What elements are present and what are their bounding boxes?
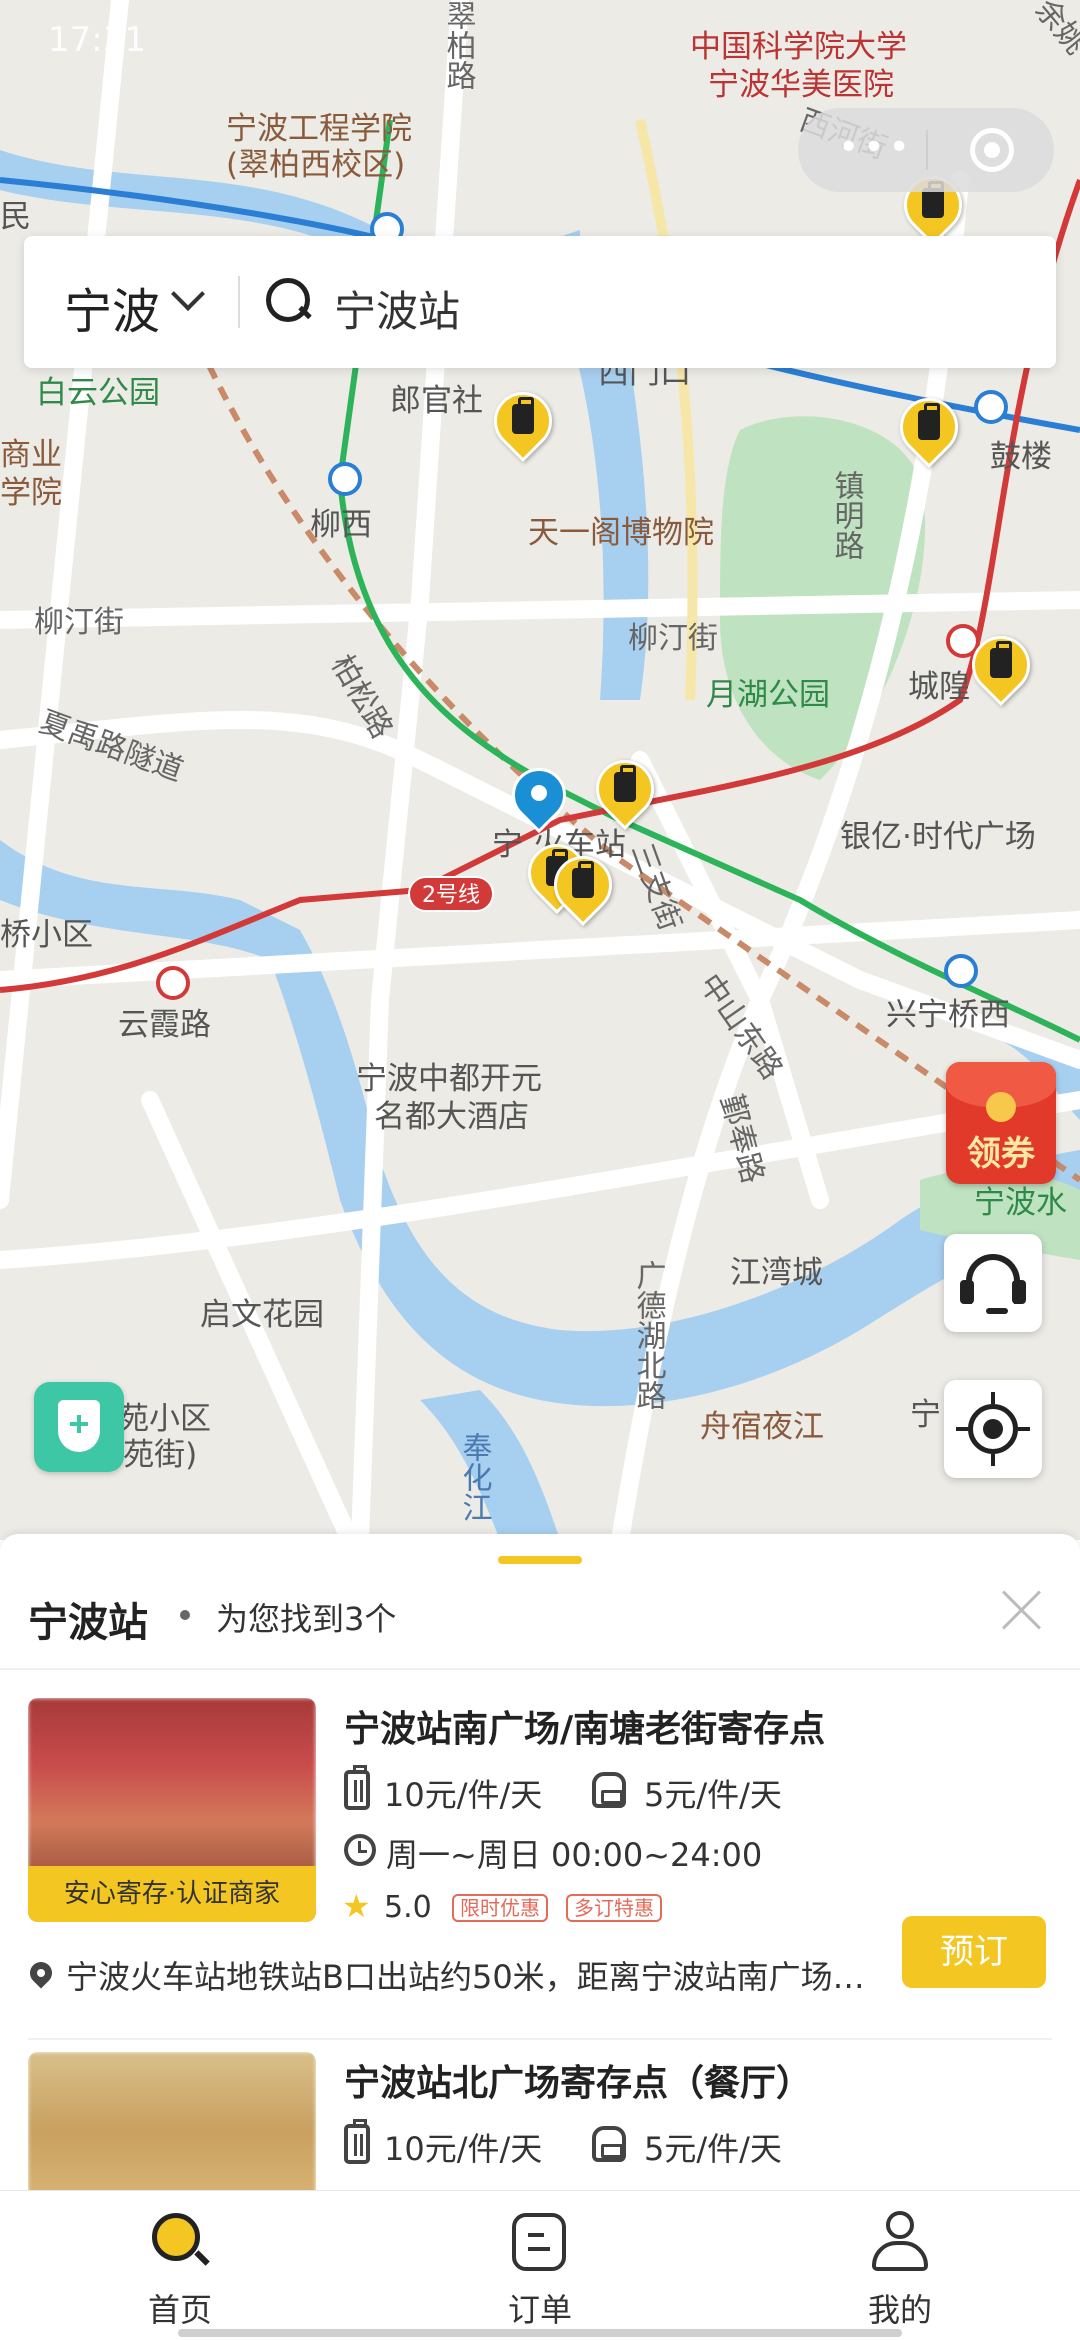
storage-pin[interactable]	[887, 385, 971, 474]
close-mini-program-icon[interactable]	[970, 128, 1014, 172]
user-icon	[872, 2211, 928, 2271]
map-label: 商业	[0, 437, 62, 473]
coupon-label: 领券	[967, 1134, 1035, 1174]
status-time: 17:31	[48, 20, 146, 60]
storage-pin[interactable]	[959, 623, 1043, 712]
clock-icon	[344, 1834, 376, 1866]
map-label: 月湖公园	[706, 677, 830, 713]
certified-tag: 安心寄存·认证商家	[28, 1866, 316, 1922]
card-title: 宁波站北广场寄存点（餐厅）	[344, 2063, 813, 2104]
panel-title: 宁波站	[28, 1600, 148, 1646]
search-icon	[264, 276, 314, 326]
storefront-image	[28, 2052, 316, 2194]
map-view[interactable]: 2号线 宁波工程学院 (翠柏西校区) 中国科学院大学 宁波华美医院 西河街 白云…	[0, 0, 1080, 1540]
close-icon[interactable]	[996, 1584, 1048, 1636]
map-label: 桥小区	[0, 917, 93, 953]
status-bar: 17:31	[0, 0, 1080, 90]
bag-icon	[592, 1772, 626, 1808]
star-icon: ★	[342, 1887, 371, 1925]
map-label: 奉化江	[456, 1432, 492, 1522]
book-button[interactable]: 预订	[902, 1916, 1046, 1988]
suitcase-icon	[344, 2119, 370, 2164]
search-bar[interactable]: 宁波 宁波站	[24, 236, 1056, 368]
promo-badge: 多订特惠	[566, 1894, 662, 1922]
price-bag: 5元/件/天	[644, 1776, 782, 1814]
locate-button[interactable]	[944, 1380, 1042, 1478]
metro-station-icon	[328, 462, 362, 496]
chevron-down-icon[interactable]	[171, 277, 205, 311]
map-label: 天一阁博物院	[528, 515, 714, 551]
map-label: 柳汀街	[628, 621, 718, 656]
current-location-pin	[500, 756, 578, 838]
map-label: 宁波中都开元	[356, 1061, 542, 1097]
map-label: 名都大酒店	[374, 1099, 529, 1135]
map-label: 广德湖北路	[630, 1260, 666, 1410]
map-label: 云霞路	[118, 1007, 211, 1043]
result-count: 为您找到3个	[216, 1600, 397, 1638]
map-label: 城隍	[908, 669, 970, 705]
map-label: 白云公园	[36, 375, 160, 411]
bag-icon	[592, 2126, 626, 2162]
storage-pin[interactable]	[481, 379, 565, 468]
rating: 5.0	[384, 1890, 432, 1925]
map-label: 鼓楼	[990, 439, 1052, 475]
home-indicator	[178, 2329, 902, 2337]
map-label: 兴宁桥西	[886, 997, 1010, 1033]
storage-pin[interactable]	[583, 747, 667, 836]
address: 宁波火车站地铁站B口出站约50米，距离宁波站南广场…	[66, 1958, 865, 1996]
price-bag: 5元/件/天	[644, 2130, 782, 2168]
tab-home[interactable]: 首页	[80, 2211, 280, 2331]
map-label: 苑小区	[118, 1401, 211, 1437]
customer-service-button[interactable]	[944, 1234, 1042, 1332]
insurance-button[interactable]	[34, 1382, 124, 1472]
coupon-button[interactable]: 领券	[946, 1062, 1056, 1184]
drag-handle[interactable]	[498, 1556, 582, 1564]
location-icon	[25, 1957, 57, 1989]
tab-label: 首页	[147, 2291, 212, 2329]
card-title: 宁波站南广场/南塘老街寄存点	[344, 1709, 826, 1750]
opening-hours: 周一~周日 00:00~24:00	[386, 1836, 763, 1874]
map-label: 宁	[910, 1397, 941, 1433]
tab-orders[interactable]: 订单	[440, 2211, 640, 2331]
results-panel[interactable]: 宁波站 为您找到3个 安心寄存·认证商家 宁波站南广场/南塘老街寄存点 10元/…	[0, 1534, 1080, 2194]
map-label: 柳汀街	[34, 605, 124, 640]
map-label: 柳西	[310, 507, 372, 543]
mini-program-capsule[interactable]: •••	[798, 108, 1054, 192]
map-label: (翠柏西校区)	[226, 147, 406, 183]
map-label: 舟宿夜江	[700, 1409, 824, 1445]
map-label: 启文花园	[200, 1297, 324, 1333]
city-selector[interactable]: 宁波	[64, 272, 160, 342]
storage-pin[interactable]	[541, 843, 625, 932]
storefront-image: 安心寄存·认证商家	[28, 1698, 316, 1922]
order-icon	[512, 2213, 566, 2271]
metro-line-badge: 2号线	[408, 876, 494, 912]
map-label: 镇明路	[828, 470, 864, 560]
price-luggage: 10元/件/天	[384, 1776, 543, 1814]
map-label: 宁波水	[974, 1185, 1067, 1221]
tab-label: 订单	[507, 2291, 572, 2329]
metro-station-icon	[944, 954, 978, 988]
tab-profile[interactable]: 我的	[800, 2211, 1000, 2331]
map-label: 郎官社	[390, 383, 483, 419]
map-label: 银亿·时代广场	[840, 819, 1036, 855]
more-icon[interactable]: •••	[838, 130, 914, 166]
map-label: 学院	[0, 475, 62, 511]
suitcase-icon	[344, 1765, 370, 1810]
tab-label: 我的	[867, 2291, 932, 2329]
map-label: 宁波工程学院	[226, 111, 412, 147]
metro-station-icon	[974, 390, 1008, 424]
map-label: 江湾城	[730, 1255, 823, 1291]
tab-bar: 首页 订单 我的	[0, 2190, 1080, 2340]
map-label: 民	[0, 199, 31, 235]
search-input[interactable]: 宁波站	[334, 278, 460, 339]
home-search-icon	[152, 2213, 208, 2269]
promo-badge: 限时优惠	[452, 1894, 548, 1922]
metro-station-icon	[156, 966, 190, 1000]
price-luggage: 10元/件/天	[384, 2130, 543, 2168]
